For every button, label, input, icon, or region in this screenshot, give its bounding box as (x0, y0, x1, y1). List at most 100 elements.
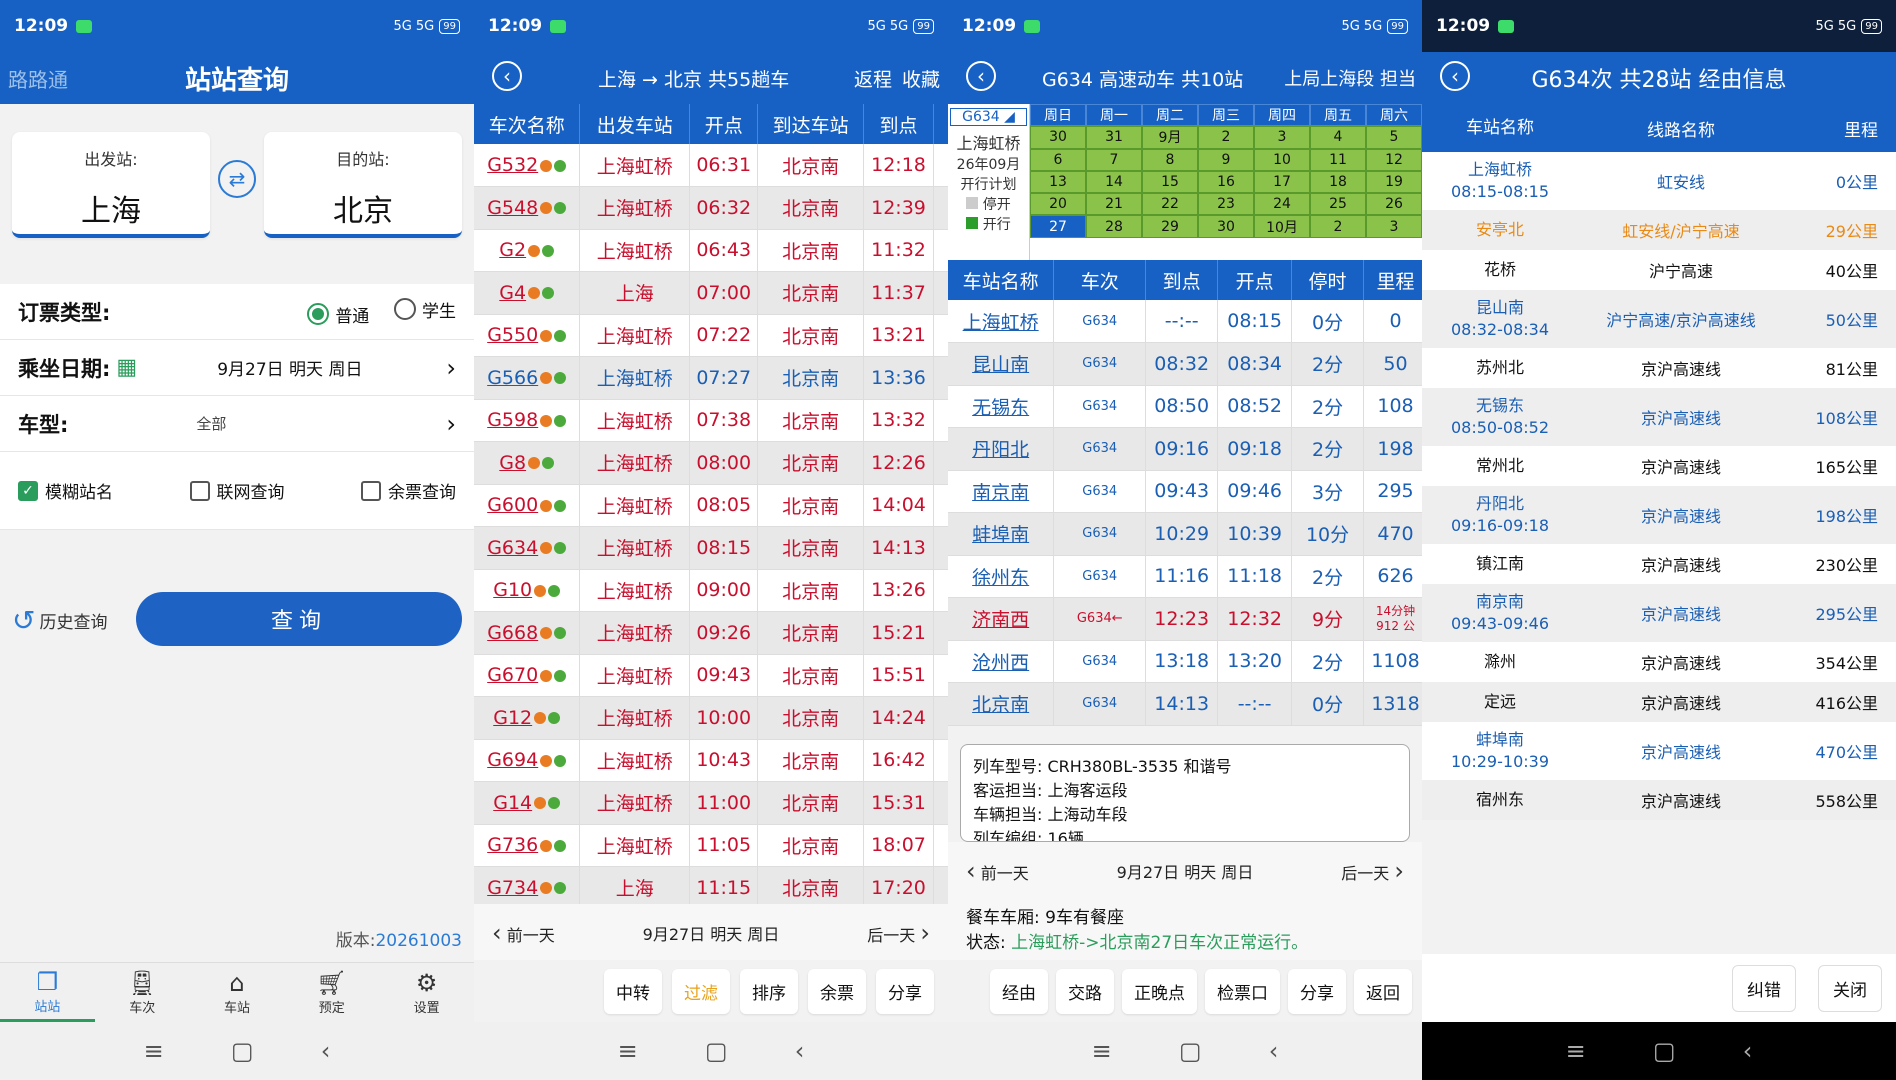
calendar-day[interactable]: 2 (1310, 215, 1366, 238)
route-button[interactable]: 经由 (990, 968, 1048, 1014)
tab-station[interactable]: ⌂ 车站 (190, 963, 285, 1022)
sort-button[interactable]: 排序 (740, 968, 798, 1014)
next-day-button[interactable]: 后一天 › (1341, 857, 1404, 885)
remain-button[interactable]: 余票 (808, 968, 866, 1014)
calendar-day[interactable]: 14 (1086, 170, 1142, 194)
calendar-day[interactable]: 10 (1254, 148, 1310, 171)
calendar-day[interactable]: 5 (1366, 126, 1422, 149)
col-header[interactable]: 出发车站 (579, 104, 691, 144)
calendar-day[interactable]: 13 (1030, 170, 1086, 194)
cell-train[interactable]: G550 (474, 314, 581, 357)
route-row[interactable]: 南京南 09:43-09:46 京沪高速线 295公里 (1422, 584, 1896, 642)
table-row[interactable]: G2 上海虹桥 06:43 北京南 11:32 (474, 229, 948, 272)
home-square-icon[interactable]: ▢ (705, 1037, 728, 1065)
calendar-day[interactable]: 26 (1366, 193, 1422, 216)
calendar-day[interactable]: 22 (1142, 193, 1198, 216)
cell-train[interactable]: G532 (474, 144, 581, 187)
transfer-button[interactable]: 中转 (604, 968, 662, 1014)
prev-day-button[interactable]: ‹ 前一天 (492, 919, 555, 947)
calendar-day[interactable]: 11 (1310, 148, 1366, 171)
menu-icon[interactable]: ≡ (618, 1037, 638, 1065)
route-row[interactable]: 宿州东 京沪高速线 558公里 (1422, 780, 1896, 820)
calendar-day[interactable]: 16 (1198, 170, 1254, 194)
cell-train[interactable]: G12 (474, 696, 581, 740)
cell-train[interactable]: G566 (474, 356, 581, 400)
calendar-day[interactable]: 19 (1366, 170, 1422, 194)
route-row[interactable]: 昆山南 08:32-08:34 沪宁高速/京沪高速线 50公里 (1422, 290, 1896, 348)
cell-train[interactable]: G670 (474, 654, 581, 697)
app-name[interactable]: 路路通 (8, 64, 68, 93)
home-square-icon[interactable]: ▢ (1653, 1037, 1676, 1065)
swap-icon[interactable]: ⇄ (218, 160, 256, 198)
menu-icon[interactable]: ≡ (144, 1037, 164, 1065)
calendar-day[interactable]: 3 (1254, 126, 1310, 149)
col-header[interactable]: 到点 (1145, 260, 1219, 300)
cell-st[interactable]: 徐州东 (948, 555, 1055, 598)
query-button[interactable]: 查询 (136, 592, 462, 646)
cell-train[interactable]: G634 (474, 526, 581, 570)
table-row[interactable]: G8 上海虹桥 08:00 北京南 12:26 (474, 441, 948, 485)
date-row[interactable]: 乘坐日期: ▦ 9月27日 明天 周日 › (0, 340, 474, 396)
cell-train[interactable]: G14 (474, 781, 581, 825)
calendar-day[interactable]: 4 (1310, 126, 1366, 149)
tab-station-station[interactable]: ❐ 站站 (0, 963, 95, 1022)
calendar-day[interactable]: 10月 (1254, 215, 1310, 238)
col-header[interactable]: 到点 (863, 104, 934, 144)
col-header[interactable]: 车次名称 (474, 104, 581, 144)
calendar-day[interactable]: 9 (1198, 148, 1254, 171)
from-station-card[interactable]: 出发站: 上海 (12, 132, 210, 238)
col-header[interactable]: 开点 (1217, 260, 1293, 300)
calendar-day[interactable]: 8 (1142, 148, 1198, 171)
calendar-day[interactable]: 28 (1086, 215, 1142, 238)
back-nav-icon[interactable]: ‹ (321, 1037, 331, 1065)
radio-student[interactable]: 学生 (394, 297, 456, 322)
tab-booking[interactable]: 🛒︎ 预定 (284, 963, 379, 1022)
home-square-icon[interactable]: ▢ (1179, 1037, 1202, 1065)
calendar-day[interactable]: 9月 (1142, 126, 1198, 149)
cell-train[interactable]: G4 (474, 271, 581, 315)
cell-st[interactable]: 丹阳北 (948, 427, 1055, 471)
route-row[interactable]: 安亭北 虹安线/沪宁高速 29公里 (1422, 210, 1896, 250)
calendar-day[interactable]: 2 (1198, 126, 1254, 149)
table-row[interactable]: G550 上海虹桥 07:22 北京南 13:21 (474, 314, 948, 357)
calendar-day[interactable]: 12 (1366, 148, 1422, 171)
remain-checkbox[interactable]: 余票查询 (361, 478, 456, 503)
cell-train[interactable]: G2 (474, 229, 581, 272)
calendar-day[interactable]: 24 (1254, 193, 1310, 216)
route-row[interactable]: 无锡东 08:50-08:52 京沪高速线 108公里 (1422, 388, 1896, 446)
return-button[interactable]: 返程 (854, 65, 892, 92)
cell-train[interactable]: G600 (474, 484, 581, 527)
calendar-day[interactable]: 15 (1142, 170, 1198, 194)
next-day-button[interactable]: 后一天 › (867, 919, 930, 947)
table-row[interactable]: G736 上海虹桥 11:05 北京南 18:07 (474, 824, 948, 867)
table-row[interactable]: 丹阳北 G634 09:16 09:18 2分 198 (948, 427, 1422, 471)
online-checkbox[interactable]: 联网查询 (189, 478, 285, 503)
current-date[interactable]: 9月27日 明天 周日 (643, 921, 780, 945)
cell-train[interactable]: G10 (474, 569, 581, 612)
back-nav-icon[interactable]: ‹ (1743, 1037, 1753, 1065)
route-row[interactable]: 花桥 沪宁高速 40公里 (1422, 250, 1896, 290)
col-header[interactable]: 到达车站 (757, 104, 865, 144)
home-square-icon[interactable]: ▢ (231, 1037, 254, 1065)
back-nav-icon[interactable]: ‹ (795, 1037, 805, 1065)
table-row[interactable]: 蚌埠南 G634 10:29 10:39 10分 470 (948, 512, 1422, 556)
cell-st[interactable]: 无锡东 (948, 385, 1055, 428)
cell-st[interactable]: 上海虹桥 (948, 300, 1055, 343)
version-value[interactable]: 20261003 (375, 931, 462, 951)
table-row[interactable]: G14 上海虹桥 11:00 北京南 15:31 (474, 781, 948, 825)
table-row[interactable]: G12 上海虹桥 10:00 北京南 14:24 (474, 696, 948, 740)
prev-day-button[interactable]: ‹ 前一天 (966, 857, 1029, 885)
calendar-day[interactable]: 18 (1310, 170, 1366, 194)
route-row[interactable]: 蚌埠南 10:29-10:39 京沪高速线 470公里 (1422, 722, 1896, 780)
menu-icon[interactable]: ≡ (1092, 1037, 1112, 1065)
cell-train[interactable]: G694 (474, 739, 581, 782)
tab-settings[interactable]: ⚙ 设置 (379, 963, 474, 1022)
cell-st[interactable]: 蚌埠南 (948, 512, 1055, 556)
calendar-day[interactable]: 30 (1030, 126, 1086, 149)
cell-train[interactable]: G668 (474, 611, 581, 655)
radio-normal[interactable]: 普通 (307, 302, 369, 327)
current-date[interactable]: 9月27日 明天 周日 (1117, 859, 1254, 883)
cell-train[interactable]: G598 (474, 399, 581, 442)
back-button[interactable]: 返回 (1354, 968, 1412, 1014)
table-row[interactable]: G566 上海虹桥 07:27 北京南 13:36 (474, 356, 948, 400)
